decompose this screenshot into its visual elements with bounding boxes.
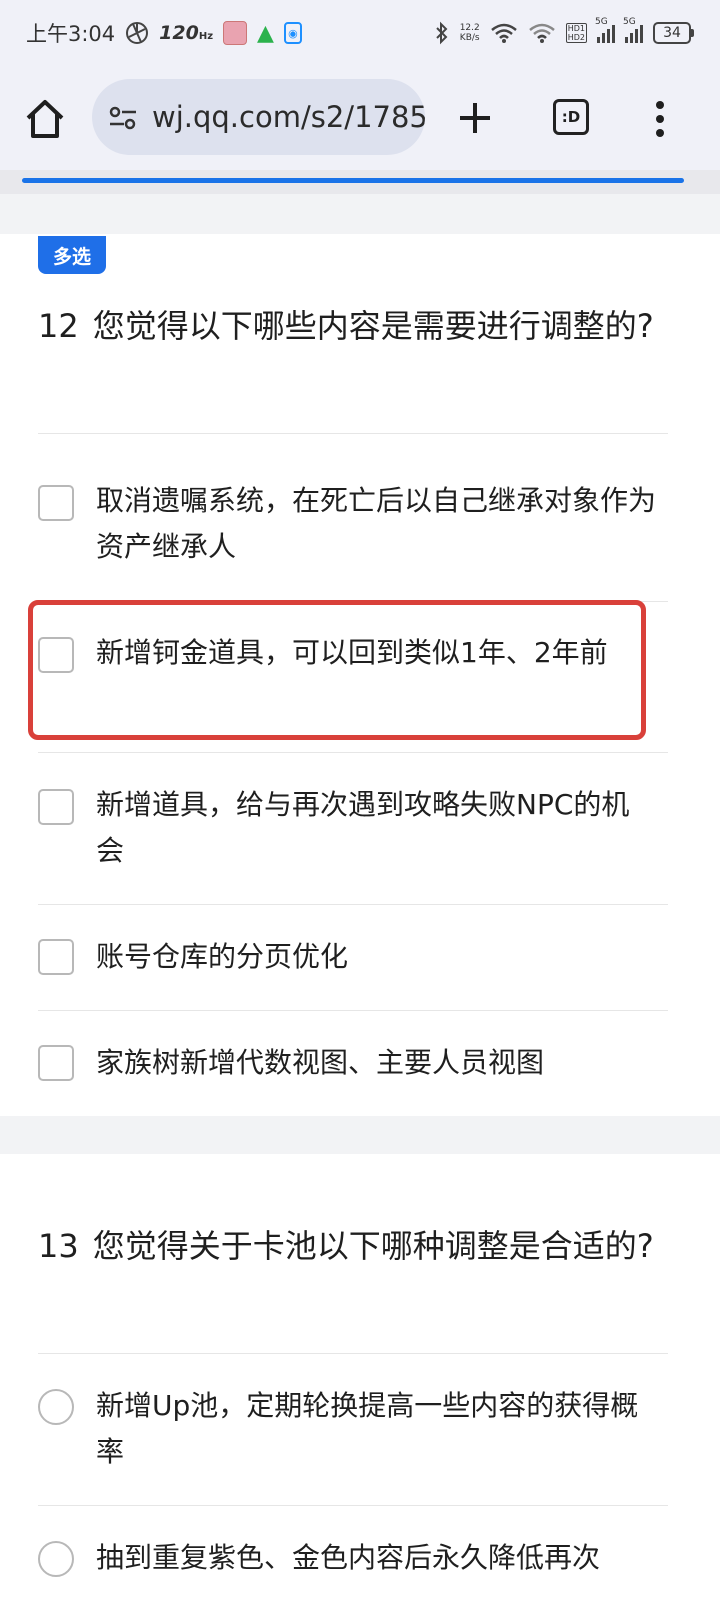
checkbox[interactable] bbox=[38, 939, 74, 975]
page-load-progress bbox=[0, 170, 720, 194]
network-speed: 12.2 KB/s bbox=[460, 23, 480, 43]
divider bbox=[38, 433, 668, 434]
checkbox[interactable] bbox=[38, 789, 74, 825]
question-12-text: 您觉得以下哪些内容是需要进行调整的? bbox=[92, 307, 654, 345]
battery-level: 34 bbox=[653, 22, 691, 44]
divider bbox=[38, 752, 668, 753]
question-13-number: 13 bbox=[38, 1227, 79, 1265]
q13-option-1-label[interactable]: 新增Up池，定期轮换提高一些内容的获得概率 bbox=[96, 1383, 656, 1475]
refresh-rate-indicator: 120Hz bbox=[159, 22, 213, 44]
divider bbox=[38, 904, 668, 905]
wifi-icon bbox=[490, 22, 518, 44]
q12-option-5-label[interactable]: 家族树新增代数视图、主要人员视图 bbox=[96, 1040, 656, 1086]
network-speed-value: 12.2 bbox=[459, 23, 480, 33]
divider bbox=[38, 1010, 668, 1011]
address-bar[interactable]: wj.qq.com/s2/17857 bbox=[92, 79, 425, 155]
wifi-secondary-icon bbox=[528, 22, 556, 44]
home-button[interactable] bbox=[22, 96, 68, 142]
clipboard-app-icon: ◉ bbox=[283, 22, 302, 44]
new-tab-button[interactable] bbox=[455, 98, 495, 138]
battery-icon: 34 bbox=[653, 22, 694, 44]
multi-select-badge: 多选 bbox=[38, 236, 106, 274]
menu-button[interactable] bbox=[650, 99, 670, 139]
app-a-icon: ▲ bbox=[257, 20, 274, 46]
status-bar: 上午3:04 120Hz ▲ ◉ 12.2 KB/s HD1 HD2 5G 5G 3… bbox=[0, 0, 720, 66]
signal-2-label: 5G bbox=[623, 17, 636, 27]
checkbox[interactable] bbox=[38, 1045, 74, 1081]
question-12-number: 12 bbox=[38, 307, 79, 345]
signal-1-label: 5G bbox=[595, 17, 608, 27]
question-13-title: 13 您觉得关于卡池以下哪种调整是合适的? bbox=[38, 1220, 658, 1272]
status-time: 上午3:04 bbox=[26, 22, 116, 46]
tab-switcher-button[interactable]: :D bbox=[553, 99, 589, 135]
question-12-title: 12 您觉得以下哪些内容是需要进行调整的? bbox=[38, 300, 658, 352]
divider bbox=[38, 1505, 668, 1506]
url-text[interactable]: wj.qq.com/s2/17857 bbox=[152, 100, 425, 134]
checkbox[interactable] bbox=[38, 485, 74, 521]
red-highlight-box bbox=[28, 600, 646, 740]
site-settings-icon[interactable] bbox=[108, 105, 138, 135]
more-vert-icon bbox=[656, 101, 664, 137]
hd-indicator: HD1 HD2 bbox=[565, 23, 587, 43]
bluetooth-icon bbox=[434, 21, 450, 45]
progress-fill bbox=[22, 178, 684, 183]
hd1-label: HD1 bbox=[567, 24, 585, 33]
signal-2-icon: 5G bbox=[623, 17, 643, 43]
question-13-text: 您觉得关于卡池以下哪种调整是合适的? bbox=[92, 1227, 654, 1265]
signal-1-icon: 5G bbox=[595, 17, 615, 43]
radio-button[interactable] bbox=[38, 1389, 74, 1425]
browser-toolbar: wj.qq.com/s2/17857 :D bbox=[0, 66, 720, 170]
radio-button[interactable] bbox=[38, 1541, 74, 1577]
section-gap bbox=[0, 1116, 720, 1154]
divider bbox=[38, 1353, 668, 1354]
hd2-label: HD2 bbox=[567, 33, 585, 42]
status-right: 12.2 KB/s HD1 HD2 5G 5G 34 bbox=[434, 17, 694, 45]
network-speed-unit: KB/s bbox=[459, 33, 480, 43]
q12-option-1-label[interactable]: 取消遗嘱系统，在死亡后以自己继承对象作为资产继承人 bbox=[96, 478, 656, 570]
plus-icon bbox=[460, 103, 490, 133]
refresh-rate-unit: Hz bbox=[198, 31, 214, 42]
home-icon bbox=[26, 100, 64, 138]
app-avatar-icon bbox=[223, 21, 248, 45]
q12-option-4-label[interactable]: 账号仓库的分页优化 bbox=[96, 934, 656, 980]
pinwheel-icon bbox=[125, 21, 149, 45]
refresh-rate-value: 120 bbox=[159, 22, 199, 44]
q12-option-3-label[interactable]: 新增道具，给与再次遇到攻略失败NPC的机会 bbox=[96, 782, 656, 874]
q13-option-2-label[interactable]: 抽到重复紫色、金色内容后永久降低再次 bbox=[96, 1535, 656, 1581]
section-gap-top bbox=[0, 194, 720, 234]
status-left: 上午3:04 120Hz ▲ ◉ bbox=[26, 18, 302, 48]
